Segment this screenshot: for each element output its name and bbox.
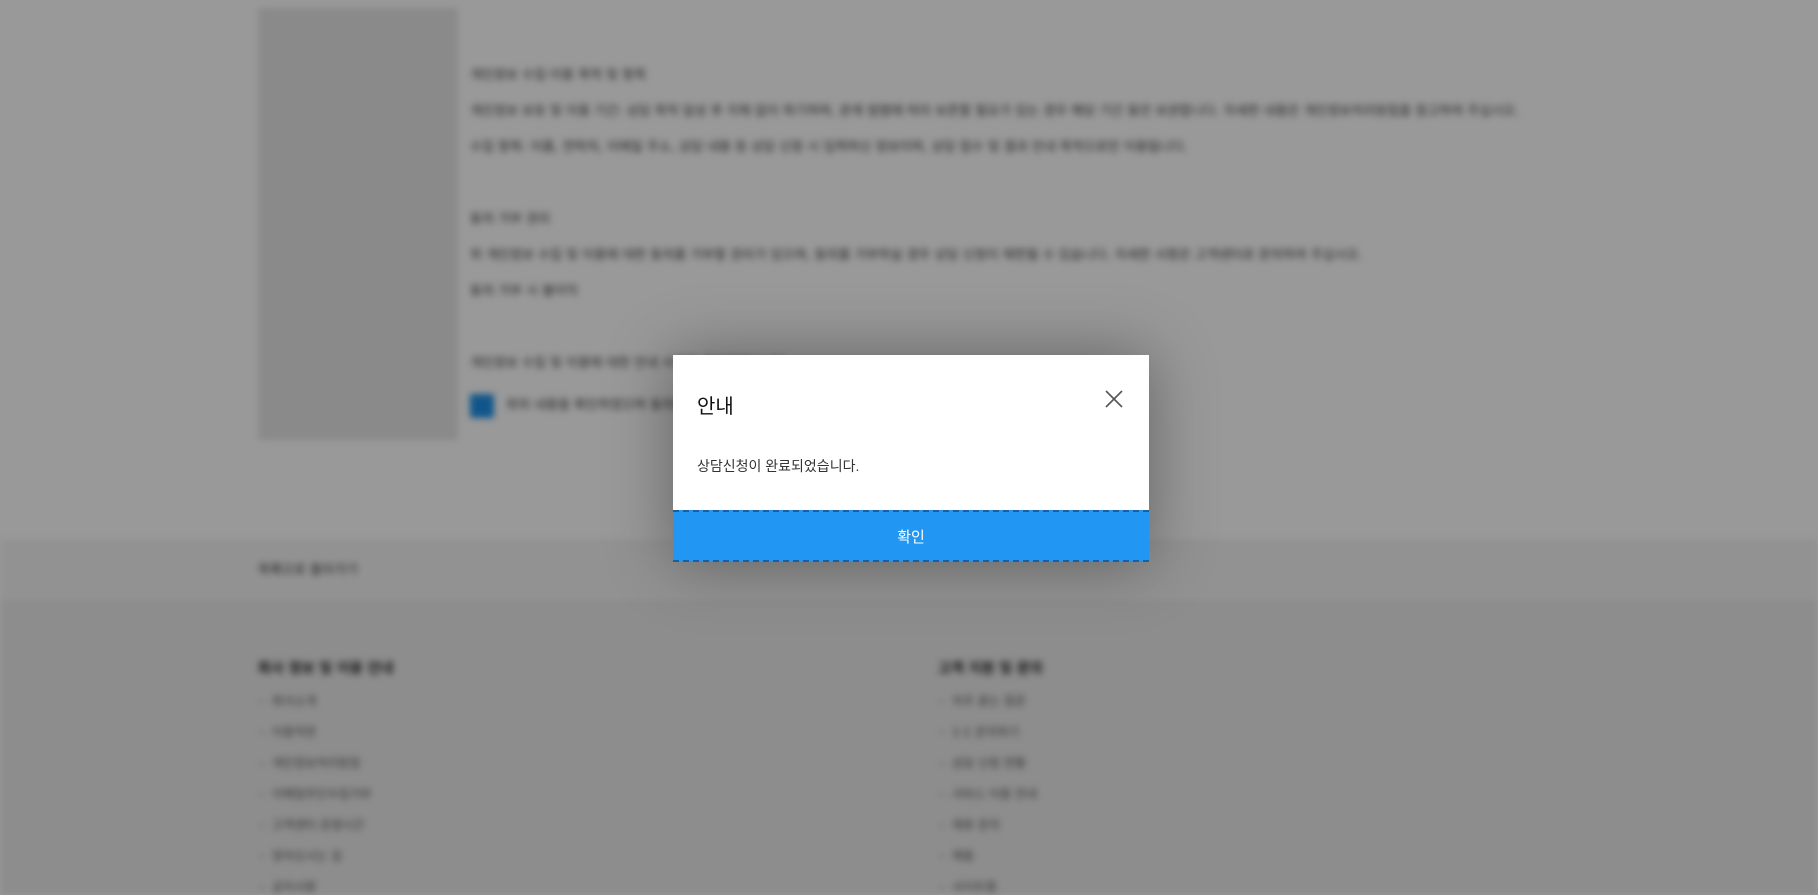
confirm-button[interactable]: 확인	[673, 510, 1149, 562]
screen: 개인정보 수집·이용 목적 및 항목 개인정보 보유 및 이용 기간: 상담 목…	[0, 0, 1818, 895]
dialog-message: 상담신청이 완료되었습니다.	[697, 458, 860, 474]
dialog-title: 안내	[697, 396, 734, 418]
notice-dialog: 안내 상담신청이 완료되었습니다. 확인	[673, 355, 1149, 562]
close-icon[interactable]	[1103, 388, 1125, 410]
